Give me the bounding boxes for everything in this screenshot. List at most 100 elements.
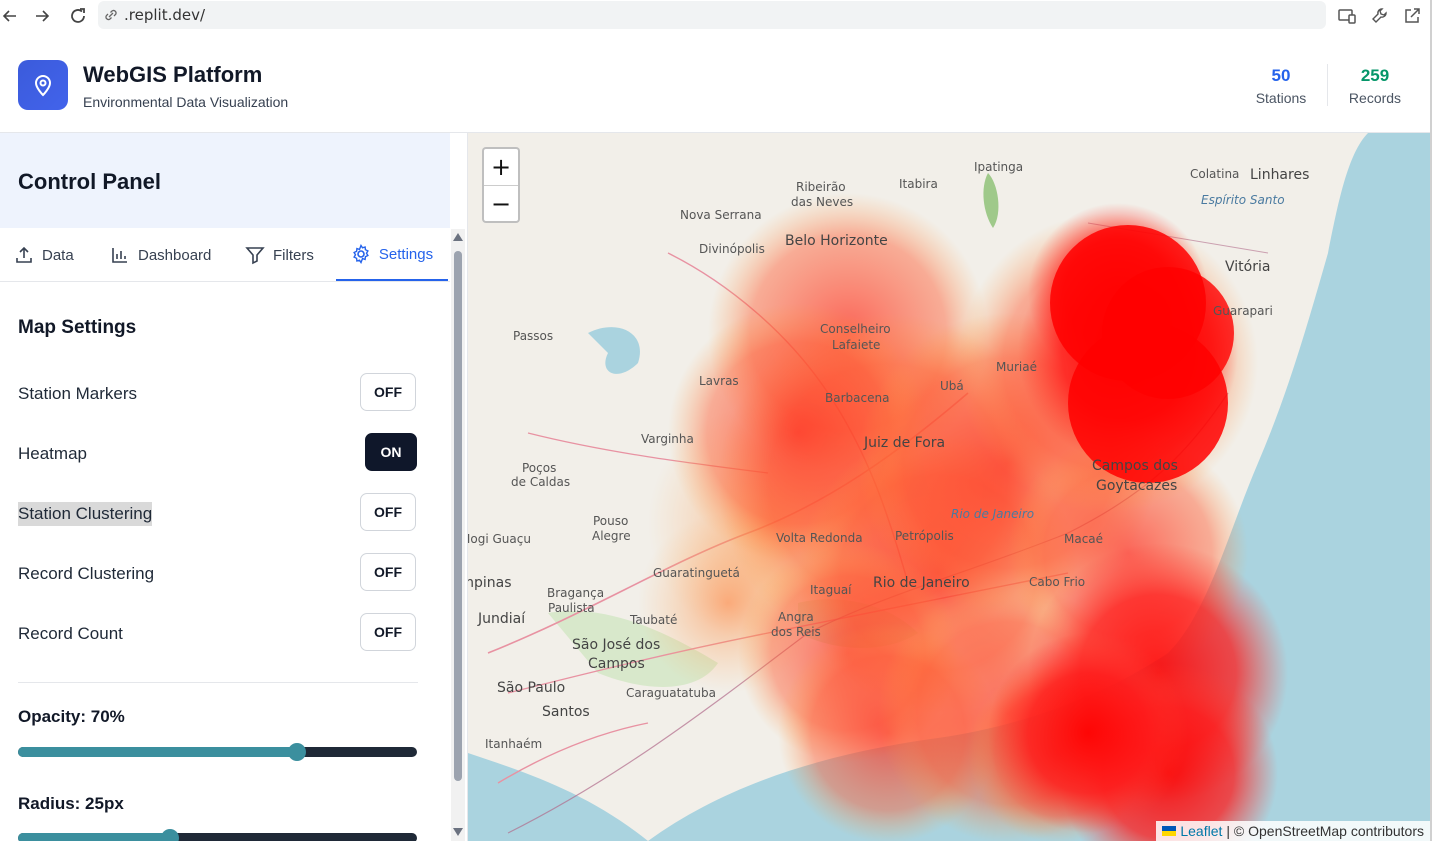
address-bar[interactable]: .replit.dev/ [98,1,1326,29]
tab-dashboard[interactable]: Dashboard [110,229,211,281]
map-label: Passos [513,329,554,343]
map-label: Bragança [547,586,605,600]
map-label: Ubá [940,379,964,393]
map-label: Muriaé [996,360,1037,374]
map-label: Juiz de Fora [864,435,946,451]
map-label: Macaé [1064,532,1104,546]
station-clustering-toggle[interactable]: OFF [360,493,416,531]
radius-slider-fill [18,833,170,841]
heatmap-toggle[interactable]: ON [365,433,417,471]
map-label: Poços [522,461,557,475]
map-view[interactable]: Ipatinga Colatina Linhares Ribeirão das … [468,133,1430,841]
stat-divider [1327,64,1328,106]
station-markers-label: Station Markers [18,384,138,403]
scrollbar-thumb[interactable] [454,251,462,781]
record-count-toggle[interactable]: OFF [360,613,416,651]
map-label: Linhares [1250,167,1310,183]
map-label: Taubaté [630,613,678,627]
map-label: Rio de Janeiro [951,507,1035,521]
opacity-slider-thumb[interactable] [288,743,307,761]
map-label: dos Reis [771,625,821,639]
ocean-area-west [468,753,648,841]
map-label: Espírito Santo [1201,193,1285,207]
station-clustering-label: Station Clustering [18,502,153,526]
map-label: Rio de Janeiro [873,575,970,591]
heatmap-label: Heatmap [18,444,87,463]
map-basemap [468,133,1430,841]
radius-slider[interactable] [18,833,417,841]
tab-filters-label: Filters [273,246,314,264]
tab-data-label: Data [42,246,74,264]
records-stat: 259 Records [1345,66,1405,106]
tab-filters[interactable]: Filters [245,229,314,281]
tab-dashboard-label: Dashboard [138,246,212,264]
sidebar-scrollbar[interactable] [451,229,465,841]
section-divider [18,682,418,683]
scroll-up-icon[interactable] [453,233,463,241]
map-label: Conselheiro [820,322,891,336]
back-icon[interactable] [0,6,20,26]
wrench-icon[interactable] [1370,6,1390,26]
ukraine-flag-icon [1162,826,1177,836]
map-label: Itabira [899,177,938,191]
leaflet-link[interactable]: Leaflet [1180,823,1222,839]
opacity-label: Opacity: 70% [18,707,125,726]
map-label: Alegre [592,529,631,543]
cast-icon[interactable] [1337,6,1357,26]
heat-blob [988,633,1188,833]
map-label: São Paulo [497,680,566,696]
map-label: Mogi Guaçu [468,532,531,546]
map-label: Barbacena [825,391,890,405]
lake [588,327,640,374]
map-pin-icon [18,60,68,110]
map-label: Ribeirão [796,180,846,194]
heat-blob [1102,267,1234,399]
station-markers-toggle[interactable]: OFF [360,373,416,411]
map-label: Divinópolis [699,242,765,256]
green-area [983,173,999,228]
map-label: Ipatinga [974,160,1024,174]
map-label: Vitória [1225,259,1271,275]
map-label: Goytacazes [1096,478,1178,494]
records-label: Records [1348,90,1402,106]
map-label: Itanhaém [485,737,543,751]
tab-data[interactable]: Data [14,229,74,281]
map-label: Paulista [548,601,595,615]
map-label: Itaguaí [810,583,852,597]
zoom-control: + − [482,147,520,223]
tab-settings[interactable]: Settings [336,229,448,281]
map-label: Volta Redonda [776,531,863,545]
map-label: de Caldas [511,475,571,489]
control-panel: Control Panel Data Dashboard Filters Set… [0,133,468,841]
map-label: Petrópolis [895,529,954,543]
site-info-icon[interactable] [104,8,118,22]
bar-chart-icon [112,248,127,263]
url-text: .replit.dev/ [124,6,206,24]
section-title: Map Settings [18,317,137,338]
map-label: Lafaiete [832,338,881,352]
scroll-down-icon[interactable] [453,828,463,836]
record-count-label: Record Count [18,624,123,643]
zoom-in-button[interactable]: + [484,149,518,185]
map-label: Campos dos [1092,458,1178,474]
panel-title: Control Panel [18,169,162,194]
map-label: Colatina [1190,167,1240,181]
map-label: Varginha [641,432,694,446]
stations-label: Stations [1255,90,1307,106]
opacity-slider[interactable] [18,747,417,757]
zoom-out-button[interactable]: − [484,186,518,222]
map-label: Nova Serrana [680,208,762,222]
radius-slider-thumb[interactable] [160,829,179,841]
open-external-icon[interactable] [1402,6,1422,26]
map-attribution: Leaflet | © OpenStreetMap contributors [1156,821,1430,841]
record-clustering-toggle[interactable]: OFF [360,553,416,591]
stations-count: 50 [1271,66,1291,85]
radius-label: Radius: 25px [18,794,124,813]
reload-icon[interactable] [68,6,88,26]
app-subtitle: Environmental Data Visualization [83,94,289,110]
forward-icon[interactable] [32,6,52,26]
attribution-text: | © OpenStreetMap contributors [1226,823,1424,839]
map-label: Guaratinguetá [653,566,740,580]
map-label: Lavras [699,374,739,388]
map-label: Caraguatatuba [626,686,716,700]
